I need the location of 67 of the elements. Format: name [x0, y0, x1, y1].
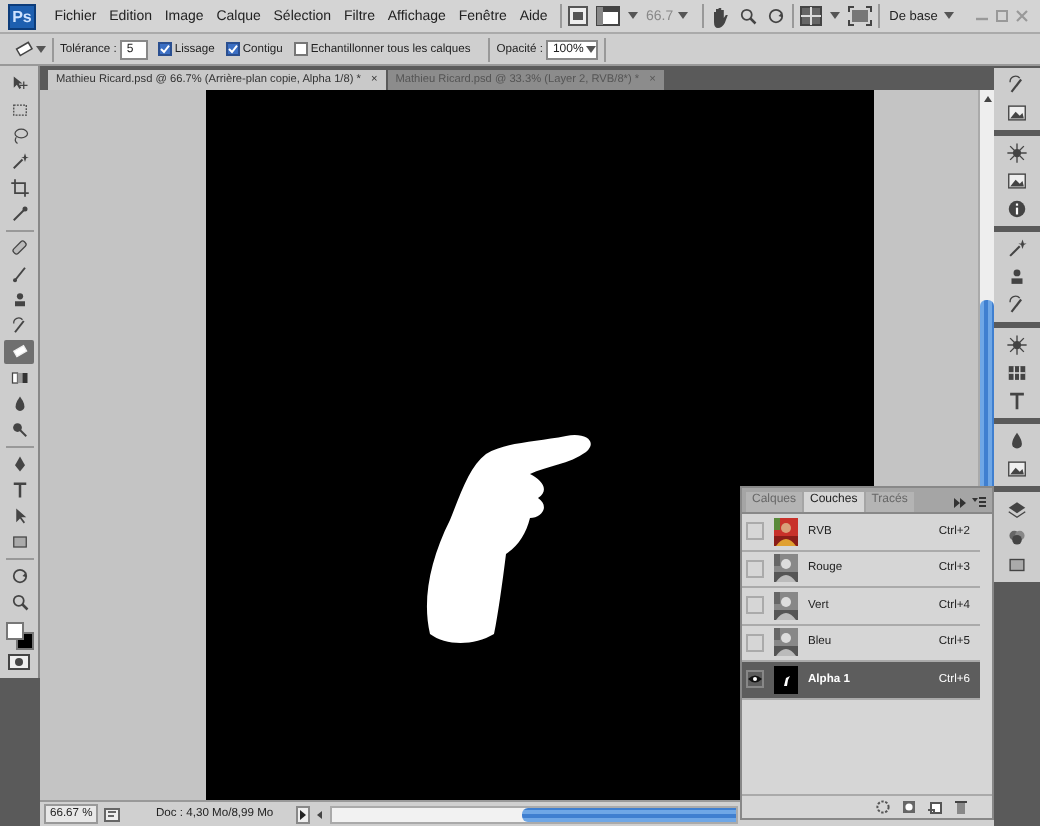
- scroll-thumb[interactable]: [522, 807, 736, 821]
- stamp-icon[interactable]: [9, 290, 29, 310]
- scroll-up-icon[interactable]: [983, 95, 991, 101]
- bandage-icon[interactable]: [9, 238, 29, 258]
- magic-wand-icon[interactable]: [1006, 238, 1028, 260]
- stamp-icon[interactable]: [1006, 266, 1028, 288]
- checkbox[interactable]: [294, 42, 309, 56]
- adjustments-icon[interactable]: [1006, 334, 1028, 356]
- eye-icon[interactable]: [748, 674, 762, 685]
- image-icon[interactable]: [1006, 458, 1028, 480]
- visibility-toggle[interactable]: [746, 559, 764, 578]
- zoom-icon[interactable]: [9, 592, 29, 612]
- new-channel-icon[interactable]: [928, 800, 942, 814]
- expand-arrow-icon[interactable]: [296, 805, 310, 823]
- eyedropper-icon[interactable]: [9, 204, 29, 224]
- load-selection-icon[interactable]: [876, 800, 890, 814]
- rotate-view-icon[interactable]: [765, 6, 786, 26]
- adjustments-icon[interactable]: [1006, 142, 1028, 164]
- type-icon[interactable]: [9, 480, 29, 500]
- scroll-left-icon[interactable]: [314, 805, 326, 823]
- channels-icon[interactable]: [1006, 526, 1028, 548]
- foreground-swatch[interactable]: [5, 622, 23, 640]
- screen-mode-icon[interactable]: [847, 6, 872, 26]
- caret-icon[interactable]: [677, 12, 688, 20]
- caret-icon[interactable]: [829, 12, 840, 20]
- drop-icon[interactable]: [1006, 430, 1028, 452]
- grid-icon[interactable]: [1006, 362, 1028, 384]
- image-icon[interactable]: [1006, 102, 1028, 124]
- rectangle-icon[interactable]: [9, 532, 29, 552]
- zoom-icon[interactable]: [737, 6, 758, 26]
- channel-thumbnail: [774, 665, 798, 694]
- move-tool-icon[interactable]: [9, 74, 29, 94]
- checkbox[interactable]: [226, 42, 241, 56]
- visibility-toggle[interactable]: [746, 596, 764, 615]
- quick-mask-icon[interactable]: [8, 654, 30, 670]
- trash-icon[interactable]: [954, 800, 968, 814]
- marquee-icon[interactable]: [9, 100, 29, 120]
- info-icon[interactable]: [1006, 198, 1028, 220]
- rotate-icon[interactable]: [9, 566, 29, 586]
- caret-icon[interactable]: [943, 12, 954, 20]
- dodge-icon[interactable]: [9, 420, 29, 440]
- layers-icon[interactable]: [1006, 498, 1028, 520]
- document-icon[interactable]: [104, 807, 120, 821]
- lasso-icon[interactable]: [9, 126, 29, 146]
- caret-icon[interactable]: [36, 45, 46, 53]
- eraser-icon[interactable]: [9, 342, 29, 362]
- visibility-toggle[interactable]: [746, 670, 764, 689]
- checkbox[interactable]: [158, 42, 173, 56]
- gradient-icon[interactable]: [9, 368, 29, 388]
- panel-menu-icon[interactable]: [972, 496, 986, 508]
- app-logo: Ps: [8, 3, 36, 29]
- visibility-toggle[interactable]: [746, 633, 764, 652]
- magic-wand-icon[interactable]: [9, 152, 29, 172]
- screen-layout-icon[interactable]: [596, 6, 621, 26]
- horizontal-scrollbar[interactable]: [330, 805, 738, 823]
- type-icon[interactable]: [1006, 390, 1028, 412]
- mask-icon[interactable]: [902, 800, 916, 814]
- dropdown-caret-icon[interactable]: [586, 45, 597, 53]
- collapse-icon[interactable]: [954, 497, 966, 507]
- hand-icon[interactable]: [709, 5, 730, 27]
- arrange-documents-icon[interactable]: [799, 6, 822, 26]
- crop-icon[interactable]: [9, 178, 29, 198]
- caret-icon[interactable]: [628, 12, 639, 20]
- visibility-toggle[interactable]: [746, 522, 764, 541]
- image-icon[interactable]: [1006, 170, 1028, 192]
- pen-icon[interactable]: [9, 454, 29, 474]
- rectangle-icon[interactable]: [1006, 554, 1028, 576]
